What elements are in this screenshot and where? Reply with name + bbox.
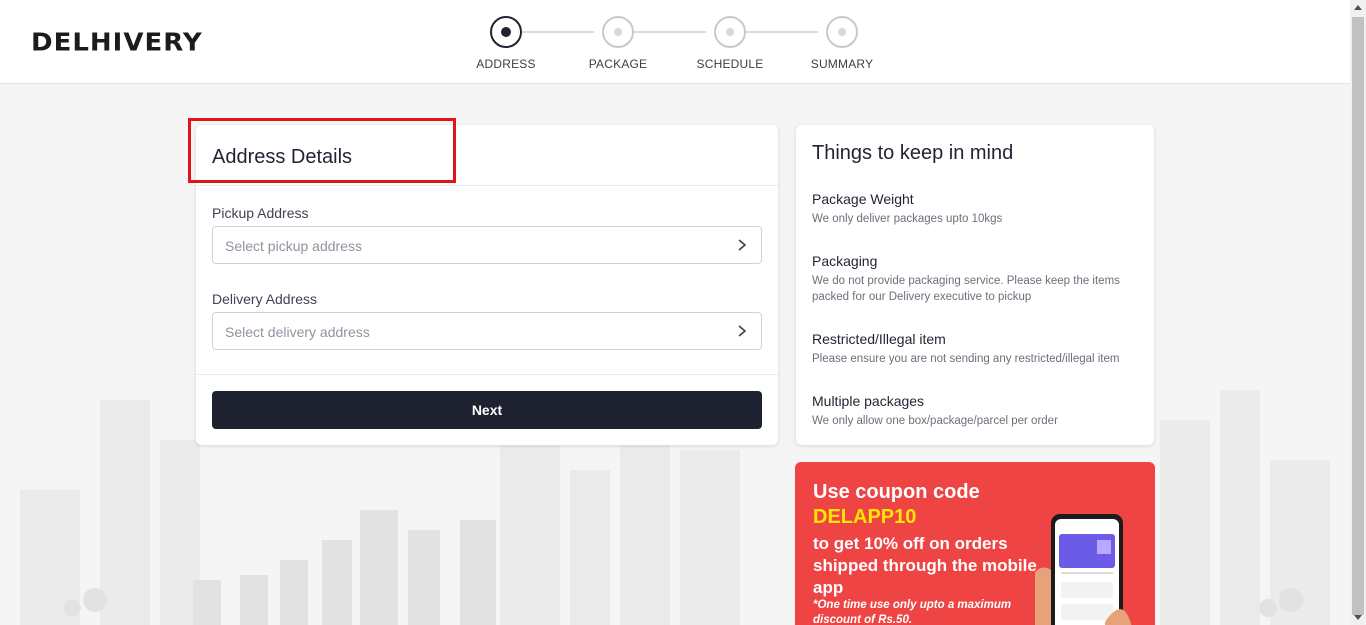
tip-item: Package Weight We only deliver packages …: [812, 191, 1142, 227]
tip-heading: Multiple packages: [812, 393, 925, 409]
progress-stepper: ADDRESS PACKAGE SCHEDULE SUMMARY: [470, 14, 890, 74]
step-package: PACKAGE: [578, 14, 658, 71]
tip-description: Please ensure you are not sending any re…: [812, 353, 1120, 365]
scroll-up-icon[interactable]: [1354, 5, 1362, 10]
logo-text: DELHIVERY: [31, 28, 203, 58]
divider: [196, 185, 778, 186]
address-details-title: Address Details: [212, 146, 353, 168]
step-indicator-icon: [602, 16, 634, 48]
tip-heading: Restricted/Illegal item: [812, 331, 946, 347]
tip-description: We do not provide packaging service. Ple…: [812, 275, 1120, 303]
things-to-keep-in-mind-card: Things to keep in mind Package Weight We…: [796, 125, 1154, 445]
promo-offer-text: to get 10% off on orders shipped through…: [813, 534, 1037, 597]
tip-item: Restricted/Illegal item Please ensure yo…: [812, 331, 1142, 367]
tip-heading: Package Weight: [812, 191, 914, 207]
phone-in-hand-illustration: [1035, 514, 1132, 625]
chevron-right-icon: [738, 325, 747, 337]
step-indicator-icon: [490, 16, 522, 48]
delhivery-logo[interactable]: DELHIVERY: [31, 29, 203, 58]
pickup-address-label: Pickup Address: [212, 205, 309, 221]
delivery-address-label: Delivery Address: [212, 291, 318, 307]
step-label: SUMMARY: [810, 57, 874, 71]
address-details-card: Address Details Pickup Address Select pi…: [196, 125, 778, 445]
tip-item: Multiple packages We only allow one box/…: [812, 393, 1142, 429]
divider: [196, 374, 778, 375]
step-label: ADDRESS: [476, 57, 536, 71]
step-label: PACKAGE: [588, 57, 648, 71]
pickup-address-select[interactable]: Select pickup address: [212, 226, 762, 264]
scroll-thumb[interactable]: [1352, 17, 1364, 615]
tip-description: We only allow one box/package/parcel per…: [812, 415, 1058, 427]
top-header: DELHIVERY ADDRESS PACKAGE SCHEDULE SUMMA…: [0, 0, 1350, 84]
next-button[interactable]: Next: [212, 391, 762, 429]
delivery-address-placeholder: Select delivery address: [225, 324, 370, 340]
step-address: ADDRESS: [466, 14, 546, 71]
tip-heading: Packaging: [812, 253, 878, 269]
tip-item: Packaging We do not provide packaging se…: [812, 253, 1142, 305]
vertical-scrollbar[interactable]: [1350, 0, 1366, 625]
step-indicator-icon: [826, 16, 858, 48]
scroll-down-icon[interactable]: [1354, 615, 1362, 620]
promo-coupon-code: DELAPP10: [813, 506, 917, 528]
pickup-address-placeholder: Select pickup address: [225, 238, 362, 254]
tip-description: We only deliver packages upto 10kgs: [812, 213, 1003, 225]
tips-title: Things to keep in mind: [812, 142, 1014, 164]
step-indicator-icon: [714, 16, 746, 48]
step-summary: SUMMARY: [802, 14, 882, 71]
step-schedule: SCHEDULE: [690, 14, 770, 71]
coupon-promo-banner[interactable]: Use coupon code DELAPP10 to get 10% off …: [795, 462, 1155, 625]
chevron-right-icon: [738, 239, 747, 251]
promo-headline: Use coupon code: [813, 481, 980, 503]
step-label: SCHEDULE: [696, 57, 764, 71]
promo-footnote: *One time use only upto a maximum discou…: [813, 599, 1012, 625]
delivery-address-select[interactable]: Select delivery address: [212, 312, 762, 350]
